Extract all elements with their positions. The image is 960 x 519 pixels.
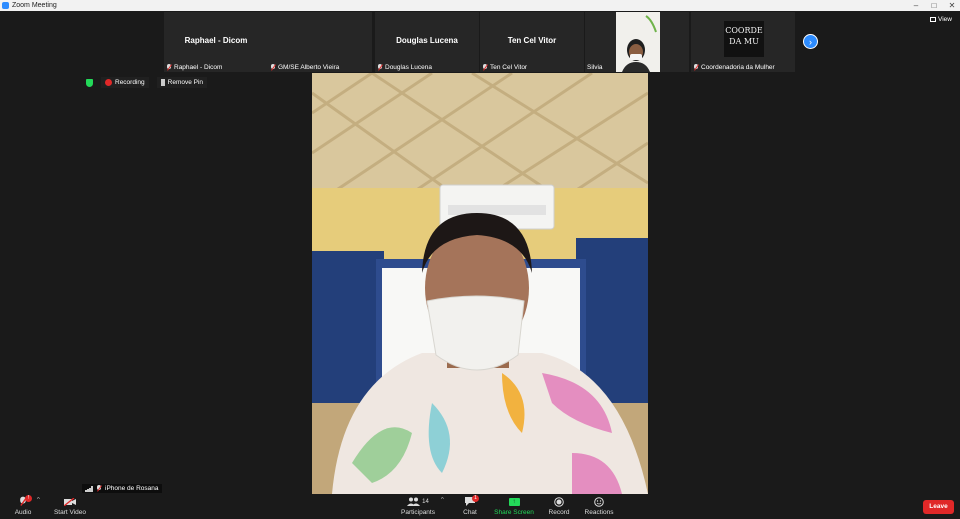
main-video: [312, 73, 648, 494]
mic-muted-icon: [693, 64, 699, 71]
participant-name: Raphael - Dicom: [184, 36, 248, 45]
participant-label: Coordenadoria da Mulher: [693, 64, 775, 71]
status-bar: Recording Remove Pin: [86, 77, 208, 88]
participant-label: Raphael - Dicom: [166, 64, 222, 71]
mic-muted-icon: [96, 485, 102, 492]
signal-strength-icon: [85, 485, 93, 492]
audio-alert-badge: !: [25, 495, 32, 502]
participant-strip: Raphael - Dicom Raphael - Dicom GM/SE Al…: [164, 12, 796, 72]
title-bar: Zoom Meeting – □ ✕: [0, 0, 960, 11]
start-video-button[interactable]: Start Video: [52, 495, 88, 519]
participant-tile[interactable]: Raphael - Dicom Raphael - Dicom: [164, 12, 268, 72]
participant-name: Ten Cel Vitor: [507, 36, 557, 45]
mic-muted-icon: [166, 64, 172, 71]
chat-unread-badge: 1: [472, 495, 479, 502]
participant-name: Douglas Lucena: [396, 36, 458, 45]
participant-tile[interactable]: GM/SE Alberto Vieira: [268, 12, 448, 72]
share-screen-button[interactable]: ↑ Share Screen: [494, 495, 534, 519]
participants-options-caret[interactable]: ^: [441, 497, 444, 503]
reactions-button[interactable]: Reactions: [584, 495, 614, 519]
zoom-app-icon: [2, 2, 9, 9]
participant-video: [616, 12, 660, 72]
mic-muted-icon: [377, 64, 383, 71]
participant-video: COORDE DA MU: [724, 21, 764, 57]
self-view-label: iPhone de Rosana: [82, 484, 162, 493]
window-controls: – □ ✕: [910, 0, 958, 11]
smiley-icon: [594, 496, 604, 507]
close-button[interactable]: ✕: [946, 0, 958, 11]
mic-muted-icon: [482, 64, 488, 71]
participant-tile[interactable]: Douglas Lucena Douglas Lucena: [375, 12, 479, 72]
chat-button[interactable]: 1 Chat: [458, 495, 482, 519]
record-icon: [554, 496, 564, 507]
chevron-right-icon: ›: [809, 37, 812, 47]
minimize-button[interactable]: –: [910, 0, 922, 11]
record-button[interactable]: Record: [546, 495, 572, 519]
participant-tile[interactable]: COORDE DA MU Coordenadoria da Mulher: [691, 12, 795, 72]
participant-label: Silvia: [587, 64, 603, 71]
participant-label: Ten Cel Vitor: [482, 64, 527, 71]
participant-label: Douglas Lucena: [377, 64, 432, 71]
next-page-button[interactable]: ›: [803, 34, 818, 49]
security-shield-icon[interactable]: [86, 78, 93, 87]
participant-label: GM/SE Alberto Vieira: [270, 64, 339, 71]
meeting-toolbar: ! Audio ^ Start Video 14 Participants ^: [0, 495, 960, 519]
participant-tile[interactable]: Silvia: [585, 12, 689, 72]
mic-muted-icon: [270, 64, 276, 71]
audio-button[interactable]: ! Audio: [10, 495, 36, 519]
share-screen-icon: ↑: [508, 497, 520, 506]
recording-indicator[interactable]: Recording: [101, 77, 149, 88]
participants-icon: [407, 497, 421, 506]
maximize-button[interactable]: □: [928, 0, 940, 11]
participant-tile[interactable]: Ten Cel Vitor Ten Cel Vitor: [480, 12, 584, 72]
participants-button[interactable]: 14 Participants: [398, 495, 438, 519]
leave-button[interactable]: Leave: [923, 500, 954, 514]
window-title: Zoom Meeting: [12, 2, 57, 9]
recording-icon: [105, 79, 112, 86]
participants-count: 14: [422, 498, 429, 505]
audio-options-caret[interactable]: ^: [37, 497, 40, 503]
remove-pin-button[interactable]: Remove Pin: [156, 77, 208, 88]
pin-icon: [160, 79, 165, 86]
view-button[interactable]: View: [930, 16, 952, 23]
grid-view-icon: [930, 17, 937, 22]
video-off-icon: [64, 497, 76, 506]
